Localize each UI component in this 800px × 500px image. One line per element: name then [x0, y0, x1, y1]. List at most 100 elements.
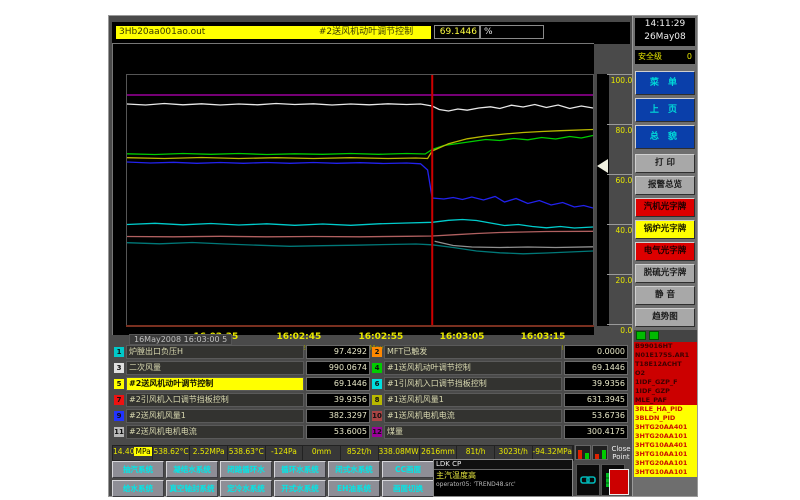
legend-row[interactable]: 7#2引风机入口调节挡板控制39.9356: [114, 392, 370, 408]
sidebar-button-汽机光字牌[interactable]: 汽机光字牌: [635, 198, 695, 217]
alarm-tag[interactable]: O2: [634, 369, 697, 378]
x-tick-time: 16:02:45: [259, 332, 339, 342]
alarm-tag[interactable]: 3BLDN_PID: [634, 414, 697, 423]
sidebar-button-总貌[interactable]: 总 貌: [635, 125, 695, 149]
trend-curve: [127, 220, 593, 229]
pen-name[interactable]: 二次风量: [126, 361, 304, 375]
sidebar-button-菜单[interactable]: 菜 单: [635, 71, 695, 95]
legend-row[interactable]: 12煤量300.4175: [372, 424, 628, 440]
alarm-tag[interactable]: 3HTG20AA401: [634, 423, 697, 432]
pen-name[interactable]: #1送风机电机电流: [384, 409, 562, 423]
nav-button[interactable]: 抽汽系统: [112, 461, 164, 478]
value-scale-strip[interactable]: [597, 74, 609, 326]
legend-row[interactable]: 10#1送风机电机电流53.6736: [372, 408, 628, 424]
nav-button[interactable]: 闭式水系统: [328, 461, 380, 478]
x-tick-time: 16:03:15: [503, 332, 583, 342]
alarm-acknowledge-button[interactable]: [609, 469, 629, 495]
point-tag-field[interactable]: 3Hb20aa001ao.out: [116, 26, 302, 39]
security-label: 安全级: [638, 50, 662, 64]
alarm-tag[interactable]: 3RLE_HA_PID: [634, 405, 697, 414]
legend-row[interactable]: 9#2送风机风量1382.3297: [114, 408, 370, 424]
pen-name[interactable]: #1送风机动叶调节控制: [384, 361, 562, 375]
pen-name[interactable]: #2引风机入口调节挡板控制: [126, 393, 304, 407]
valve-indicator-icon[interactable]: [575, 445, 591, 460]
sidebar-button-锅炉光字牌[interactable]: 锅炉光字牌: [635, 220, 695, 239]
legend-row[interactable]: 2MFT已触发0.0000: [372, 344, 628, 360]
alarm-page-icon[interactable]: [649, 331, 659, 340]
alarm-ack-icon[interactable]: [636, 331, 646, 340]
nav-button[interactable]: 定冷水系统: [220, 480, 272, 497]
pen-value: 39.9356: [306, 393, 370, 407]
current-value-readout: 69.1446: [434, 25, 480, 39]
legend-row[interactable]: 1炉膛出口负压H97.4292: [114, 344, 370, 360]
security-level-value: 0: [687, 50, 692, 64]
sidebar-button-脱硫光字牌[interactable]: 脱硫光字牌: [635, 264, 695, 283]
alarm-tag[interactable]: T18E12ACHT: [634, 360, 697, 369]
trend-curve: [435, 241, 593, 247]
console-header: LDK CP: [434, 460, 572, 470]
sidebar-button-报警总览[interactable]: 报警总览: [635, 176, 695, 195]
nav-button[interactable]: CC画面: [382, 461, 434, 478]
alarm-tag[interactable]: 3HTG20AA101: [634, 459, 697, 468]
status-value: 538.63°C: [228, 446, 266, 460]
alarm-tag[interactable]: 3HTG10AA101: [634, 450, 697, 459]
pen-color-swatch: 5: [114, 379, 124, 389]
link-tool-button[interactable]: [576, 464, 600, 496]
alarm-tag[interactable]: 1IDF_GZP: [634, 387, 697, 396]
nav-button[interactable]: 循环水系统: [274, 461, 326, 478]
alarm-tag[interactable]: B99016HT: [634, 342, 697, 351]
message-console: LDK CP 主汽温度高 operator05: 'TREND48.src': [433, 459, 573, 497]
nav-button[interactable]: 凝结水系统: [166, 461, 218, 478]
legend-row[interactable]: 8#1送风机风量1631.3945: [372, 392, 628, 408]
alarm-tag[interactable]: 3HTG10AA401: [634, 441, 697, 450]
pen-name[interactable]: 炉膛出口负压H: [126, 345, 304, 359]
pen-color-swatch: 12: [372, 427, 382, 437]
alarm-tag[interactable]: 3HTG20AA101: [634, 432, 697, 441]
point-description-field[interactable]: #2送风机动叶调节控制: [301, 26, 431, 39]
legend-row[interactable]: 3二次风量990.0674: [114, 360, 370, 376]
nav-button[interactable]: 真空轴封系统: [166, 480, 218, 497]
unit-readout: %: [480, 25, 544, 39]
pen-name[interactable]: #2送风机风量1: [126, 409, 304, 423]
selected-pen-pointer-icon[interactable]: [597, 159, 608, 173]
trend-curve: [127, 136, 593, 155]
alarm-tag[interactable]: 3HTG10AA101: [634, 468, 697, 477]
sidebar-button-打印[interactable]: 打 印: [635, 154, 695, 173]
nav-button[interactable]: 给水系统: [112, 480, 164, 497]
pen-name[interactable]: #2送风机电机电流: [126, 425, 304, 439]
trend-plot[interactable]: [126, 74, 594, 326]
legend-row[interactable]: 5#2送风机动叶调节控制69.1446: [114, 376, 370, 392]
pump-indicator-icon[interactable]: [592, 445, 608, 460]
legend-row[interactable]: 4#1送风机动叶调节控制69.1446: [372, 360, 628, 376]
sidebar-button-电气光字牌[interactable]: 电气光字牌: [635, 242, 695, 261]
pen-color-swatch: 4: [372, 363, 382, 373]
sidebar-button-上页[interactable]: 上 页: [635, 98, 695, 122]
pen-name[interactable]: MFT已触发: [384, 345, 562, 359]
nav-button[interactable]: EH油系统: [328, 480, 380, 497]
nav-button[interactable]: 开式水系统: [274, 480, 326, 497]
screen-nav-row-2: 给水系统真空轴封系统定冷水系统开式水系统EH油系统画面切换: [112, 480, 434, 497]
sidebar-button-静音[interactable]: 静 音: [635, 286, 695, 305]
close-point-label[interactable]: ClosePoint: [609, 445, 633, 461]
nav-button[interactable]: 闭路循环水: [220, 461, 272, 478]
pen-color-swatch: 6: [372, 379, 382, 389]
pen-name[interactable]: 煤量: [384, 425, 562, 439]
console-alarm-message: 主汽温度高: [434, 470, 572, 481]
alarm-tag[interactable]: 1IDF_GZP_F: [634, 378, 697, 387]
pen-name[interactable]: #1送风机风量1: [384, 393, 562, 407]
x-tick-time: 16:03:05: [422, 332, 502, 342]
alarm-tag[interactable]: N01E175S.AR1: [634, 351, 697, 360]
pen-name[interactable]: #2送风机动叶调节控制: [126, 377, 304, 391]
console-operator-message: operator05: 'TREND48.src': [434, 481, 572, 489]
trend-curve: [127, 162, 593, 208]
legend-row[interactable]: 11#2送风机电机电流53.6005: [114, 424, 370, 440]
pen-value: 300.4175: [564, 425, 628, 439]
pen-name[interactable]: #1引风机入口调节挡板控制: [384, 377, 562, 391]
trend-title-bar: 3Hb20aa001ao.out #2送风机动叶调节控制 69.1446 %: [112, 22, 630, 44]
legend-row[interactable]: 6#1引风机入口调节挡板控制39.9356: [372, 376, 628, 392]
pen-color-swatch: 11: [114, 427, 124, 437]
status-value: 81t/h: [457, 446, 495, 460]
sidebar-button-趋势图[interactable]: 趋势图: [635, 308, 695, 327]
nav-button[interactable]: 画面切换: [382, 480, 434, 497]
alarm-tag[interactable]: MLE_PAF: [634, 396, 697, 405]
